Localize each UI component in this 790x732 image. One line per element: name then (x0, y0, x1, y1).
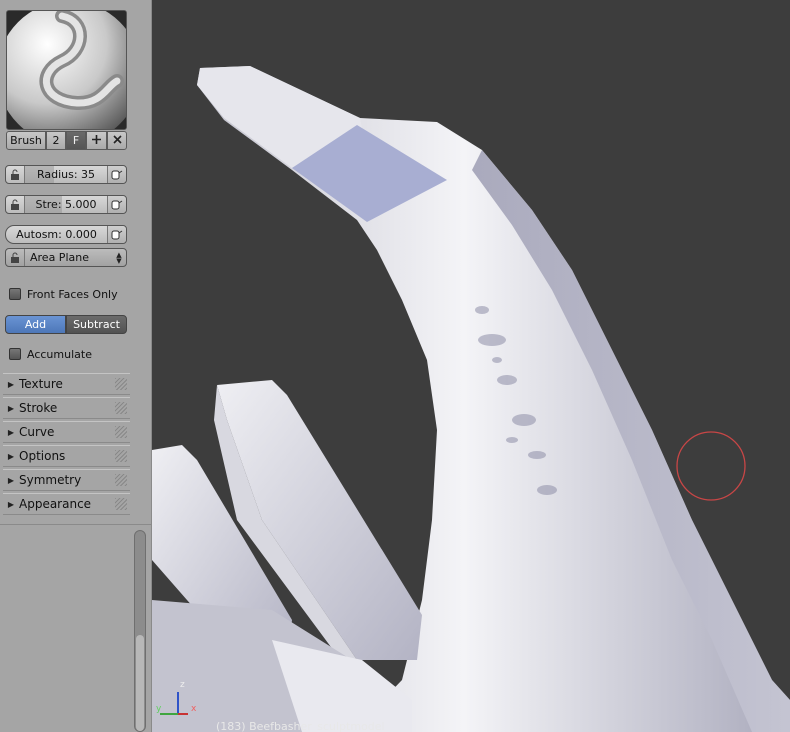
disclosure-triangle-icon: ▶ (7, 499, 15, 509)
pen-pressure-icon[interactable] (107, 226, 126, 243)
lock-icon[interactable] (6, 249, 25, 266)
panel-scrollbar[interactable] (134, 530, 146, 732)
lock-icon[interactable] (6, 196, 25, 213)
add-icon (91, 134, 102, 148)
section-label: Symmetry (19, 473, 82, 487)
section-symmetry[interactable]: ▶ Symmetry (3, 469, 130, 491)
section-label: Curve (19, 425, 55, 439)
sculpt-mesh (152, 66, 790, 732)
disclosure-triangle-icon: ▶ (7, 403, 15, 413)
brush-name-field[interactable]: Brush (6, 131, 46, 150)
grip-icon[interactable] (115, 378, 127, 390)
brush-datablock-row: Brush 2 F (6, 131, 127, 150)
scrollbar-thumb[interactable] (136, 635, 144, 731)
strength-value: Stre: 5.000 (25, 196, 107, 213)
section-curve[interactable]: ▶ Curve (3, 421, 130, 443)
grip-icon[interactable] (115, 498, 127, 510)
direction-toggle: Add Subtract (5, 315, 127, 334)
section-label: Stroke (19, 401, 58, 415)
section-appearance[interactable]: ▶ Appearance (3, 493, 130, 515)
panel-divider (0, 524, 151, 525)
autosmooth-slider[interactable]: Autosm: 0.000 (5, 225, 127, 244)
section-label: Appearance (19, 497, 92, 511)
front-faces-label: Front Faces Only (27, 288, 118, 301)
sculpt-plane-dropdown[interactable]: Area Plane ▲ ▼ (5, 248, 127, 267)
axis-z-label: z (180, 680, 185, 690)
axis-y-label: y (156, 704, 162, 714)
accumulate-label: Accumulate (27, 348, 92, 361)
disclosure-triangle-icon: ▶ (7, 379, 15, 389)
lock-icon[interactable] (6, 166, 25, 183)
section-options[interactable]: ▶ Options (3, 445, 130, 467)
disclosure-triangle-icon: ▶ (7, 475, 15, 485)
axis-gizmo (160, 692, 188, 715)
dropdown-arrows-icon: ▲ ▼ (116, 250, 122, 265)
accumulate-checkbox[interactable] (9, 348, 21, 360)
fake-user-button[interactable]: F (66, 131, 86, 150)
grip-icon[interactable] (115, 426, 127, 438)
radius-value: Radius: 35 (25, 166, 107, 183)
grip-icon[interactable] (115, 450, 127, 462)
grip-icon[interactable] (115, 474, 127, 486)
brush-users-count[interactable]: 2 (46, 131, 66, 150)
radius-slider[interactable]: Radius: 35 (5, 165, 127, 184)
add-brush-button[interactable] (86, 131, 107, 150)
axis-x-label: x (191, 704, 197, 714)
tool-shelf: Brush 2 F Radius: 35 Stre: 5.000 Autosm:… (0, 0, 152, 732)
front-faces-checkbox[interactable] (9, 288, 21, 300)
strength-slider[interactable]: Stre: 5.000 (5, 195, 127, 214)
disclosure-triangle-icon: ▶ (7, 451, 15, 461)
brush-cursor-circle (676, 431, 746, 501)
section-texture[interactable]: ▶ Texture (3, 373, 130, 395)
brush-preview[interactable] (6, 10, 127, 130)
radius-label: Radius: 35 (36, 168, 96, 181)
unlink-brush-button[interactable] (107, 131, 127, 150)
pen-pressure-icon[interactable] (107, 196, 126, 213)
3d-viewport[interactable]: z x y (183) Beefbasher_sculptmodel (152, 0, 790, 732)
pen-pressure-icon[interactable] (107, 166, 126, 183)
grip-icon[interactable] (115, 402, 127, 414)
object-info-label: (183) Beefbasher_sculptmodel (216, 720, 385, 732)
add-button[interactable]: Add (5, 315, 66, 334)
section-label: Options (19, 449, 66, 463)
section-label: Texture (19, 377, 63, 391)
strength-label: Stre: 5.000 (35, 198, 97, 211)
section-stroke[interactable]: ▶ Stroke (3, 397, 130, 419)
sculpt-plane-value: Area Plane (30, 251, 89, 264)
subtract-button[interactable]: Subtract (66, 315, 127, 334)
autosmooth-value: Autosm: 0.000 (16, 228, 97, 241)
disclosure-triangle-icon: ▶ (7, 427, 15, 437)
unlink-icon (112, 134, 123, 148)
